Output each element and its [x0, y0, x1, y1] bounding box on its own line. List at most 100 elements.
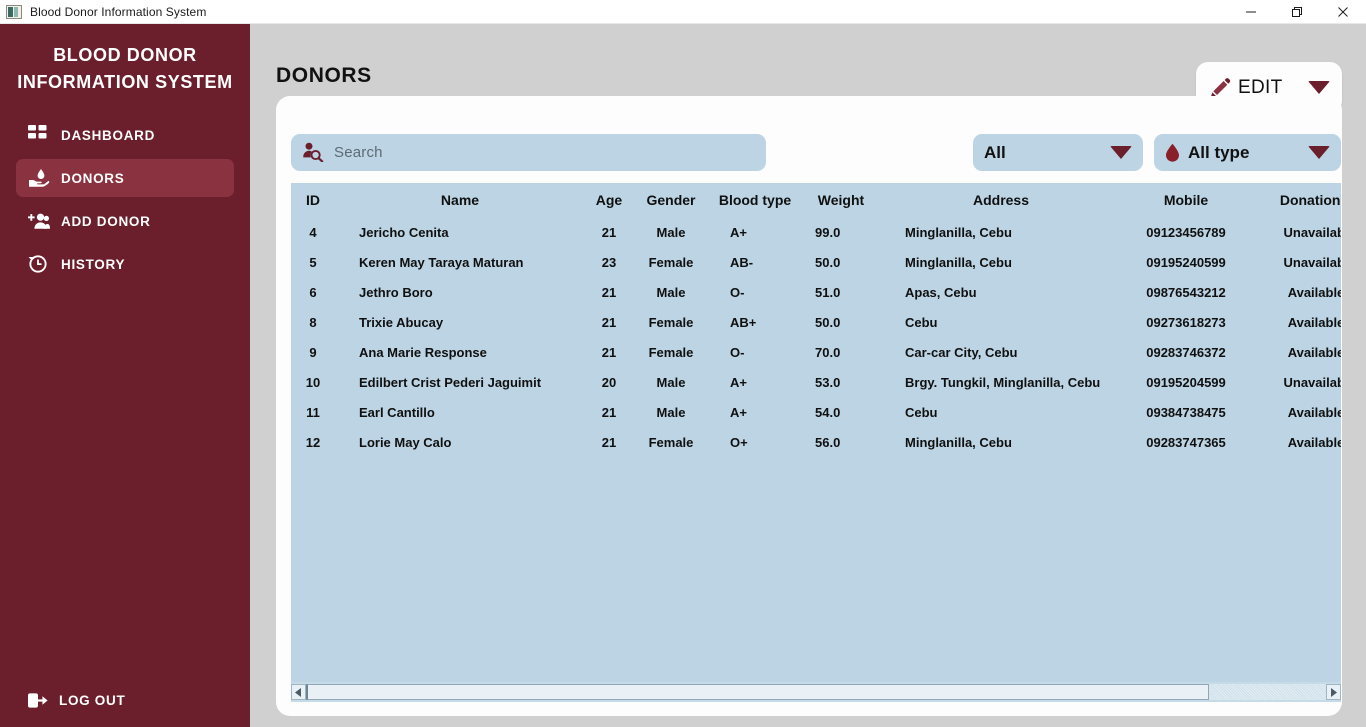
- row-cell-age: 21: [601, 314, 617, 330]
- table-row[interactable]: 12 Lorie May Calo 21 Female O+ 56.0 Minglanill…: [291, 427, 1341, 457]
- column-header-mobile[interactable]: Mobile: [1121, 183, 1251, 217]
- row-cell-blood-type: A+: [730, 374, 747, 390]
- row-cell-name: Earl Cantillo: [359, 404, 435, 420]
- row-cell-id: 4: [309, 224, 317, 240]
- row-cell-age: 21: [601, 224, 617, 240]
- row-cell-donation-status: Available: [1287, 284, 1341, 300]
- row-cell-age: 21: [601, 344, 617, 360]
- sidebar-item-label: DONORS: [61, 170, 125, 186]
- row-cell-name: Ana Marie Response: [359, 344, 487, 360]
- row-cell-gender: Male: [656, 224, 686, 240]
- row-cell-blood-type: O-: [730, 284, 745, 300]
- main-content: DONORS EDIT Search All All type ID Name …: [250, 24, 1366, 727]
- column-header-donation-status[interactable]: Donation s: [1251, 183, 1341, 217]
- sidebar-item-donors[interactable]: DONORS: [16, 159, 234, 197]
- sidebar-item-dashboard[interactable]: DASHBOARD: [16, 116, 234, 154]
- sidebar-item-label: ADD DONOR: [61, 213, 151, 229]
- row-cell-donation-status: Available: [1287, 344, 1341, 360]
- row-cell-address: Car-car City, Cebu: [905, 344, 1018, 360]
- donors-table-container[interactable]: ID Name Age Gender Blood type Weight Add…: [291, 183, 1341, 691]
- row-cell-blood-type: A+: [730, 224, 747, 240]
- row-cell-mobile: 09876543212: [1146, 284, 1226, 300]
- sidebar-nav: DASHBOARD DONORS ADD DONOR HISTORY: [0, 116, 250, 283]
- chevron-down-icon[interactable]: [1110, 146, 1132, 159]
- sidebar-item-history[interactable]: HISTORY: [16, 245, 234, 283]
- row-cell-age: 21: [601, 284, 617, 300]
- table-row[interactable]: 11 Earl Cantillo 21 Male A+ 54.0 Cebu 093847384…: [291, 397, 1341, 427]
- row-cell-donation-status: Available: [1287, 404, 1341, 420]
- table-row[interactable]: 10 Edilbert Crist Pederi Jaguimit 20 Male A+…: [291, 367, 1341, 397]
- row-cell-gender: Female: [648, 344, 694, 360]
- logout-icon: [28, 689, 50, 711]
- filter-status-value: All: [984, 142, 1006, 162]
- row-cell-address: Cebu: [905, 314, 938, 330]
- row-cell-name: Edilbert Crist Pederi Jaguimit: [359, 374, 542, 390]
- row-cell-weight: 70.0: [815, 344, 841, 360]
- column-header-gender[interactable]: Gender: [633, 183, 709, 217]
- table-row[interactable]: 8 Trixie Abucay 21 Female AB+ 50.0 Cebu 0927361…: [291, 307, 1341, 337]
- table-header-row: ID Name Age Gender Blood type Weight Add…: [291, 183, 1341, 217]
- table-row[interactable]: 4 Jericho Cenita 21 Male A+ 99.0 Minglanilla, …: [291, 217, 1341, 247]
- chevron-down-icon[interactable]: [1308, 146, 1330, 159]
- row-cell-name: Keren May Taraya Maturan: [359, 254, 524, 270]
- row-cell-blood-type: A+: [730, 404, 747, 420]
- table-body: 4 Jericho Cenita 21 Male A+ 99.0 Minglanilla, …: [291, 217, 1341, 457]
- row-cell-weight: 51.0: [815, 284, 841, 300]
- row-cell-donation-status: Available: [1287, 434, 1341, 450]
- row-cell-blood-type: AB-: [730, 254, 754, 270]
- clock-history-icon: [28, 253, 52, 275]
- row-cell-blood-type: AB+: [730, 314, 757, 330]
- minimize-icon[interactable]: [1228, 0, 1274, 24]
- row-cell-name: Jethro Boro: [359, 284, 433, 300]
- row-cell-donation-status: Unavailabl: [1283, 374, 1341, 390]
- filter-status-dropdown[interactable]: All: [973, 134, 1143, 171]
- row-cell-mobile: 09195240599: [1146, 254, 1226, 270]
- scroll-right-icon[interactable]: [1326, 684, 1341, 700]
- row-cell-blood-type: O+: [730, 434, 748, 450]
- row-cell-name: Lorie May Calo: [359, 434, 452, 450]
- logout-button[interactable]: LOG OUT: [0, 689, 250, 711]
- person-search-icon: [302, 142, 326, 164]
- row-cell-gender: Female: [648, 254, 694, 270]
- row-cell-id: 10: [305, 374, 321, 390]
- row-cell-donation-status: Unavailabl: [1283, 254, 1341, 270]
- row-cell-mobile: 09283746372: [1146, 344, 1226, 360]
- column-header-weight[interactable]: Weight: [801, 183, 881, 217]
- scroll-left-icon[interactable]: [291, 684, 306, 700]
- column-header-blood-type[interactable]: Blood type: [709, 183, 801, 217]
- scrollbar-track[interactable]: [306, 684, 1326, 700]
- column-header-id[interactable]: ID: [291, 183, 335, 217]
- row-cell-weight: 50.0: [815, 314, 841, 330]
- table-row[interactable]: 9 Ana Marie Response 21 Female O- 70.0 Car-car…: [291, 337, 1341, 367]
- blood-drop-icon: [1165, 143, 1180, 163]
- scrollbar-thumb[interactable]: [306, 684, 1209, 700]
- search-input[interactable]: Search: [291, 134, 766, 171]
- column-header-name[interactable]: Name: [335, 183, 585, 217]
- row-cell-age: 20: [601, 374, 617, 390]
- row-cell-weight: 99.0: [815, 224, 841, 240]
- filter-blood-type-value: All type: [1188, 142, 1250, 162]
- donors-table: ID Name Age Gender Blood type Weight Add…: [291, 183, 1341, 457]
- table-row[interactable]: 5 Keren May Taraya Maturan 23 Female AB- 50.0…: [291, 247, 1341, 277]
- column-header-address[interactable]: Address: [881, 183, 1121, 217]
- row-cell-gender: Male: [656, 284, 686, 300]
- column-header-age[interactable]: Age: [585, 183, 633, 217]
- row-cell-address: Minglanilla, Cebu: [905, 224, 1012, 240]
- row-cell-address: Minglanilla, Cebu: [905, 254, 1012, 270]
- row-cell-donation-status: Available: [1287, 314, 1341, 330]
- maximize-icon[interactable]: [1274, 0, 1320, 24]
- row-cell-name: Trixie Abucay: [359, 314, 444, 330]
- close-icon[interactable]: [1320, 0, 1366, 24]
- app-icon: [6, 4, 22, 19]
- sidebar-item-add-donor[interactable]: ADD DONOR: [16, 202, 234, 240]
- row-cell-weight: 56.0: [815, 434, 841, 450]
- horizontal-scrollbar[interactable]: [291, 682, 1341, 702]
- brand-line-2: INFORMATION SYSTEM: [17, 72, 233, 92]
- filter-blood-type-dropdown[interactable]: All type: [1154, 134, 1341, 171]
- row-cell-id: 8: [309, 314, 317, 330]
- table-row[interactable]: 6 Jethro Boro 21 Male O- 51.0 Apas, Cebu 098765…: [291, 277, 1341, 307]
- chevron-down-icon[interactable]: [1308, 81, 1330, 94]
- sidebar: BLOOD DONOR INFORMATION SYSTEM DASHBOARD: [0, 24, 250, 727]
- row-cell-mobile: 09384738475: [1146, 404, 1226, 420]
- scrollbar-track-remainder[interactable]: [1209, 684, 1326, 700]
